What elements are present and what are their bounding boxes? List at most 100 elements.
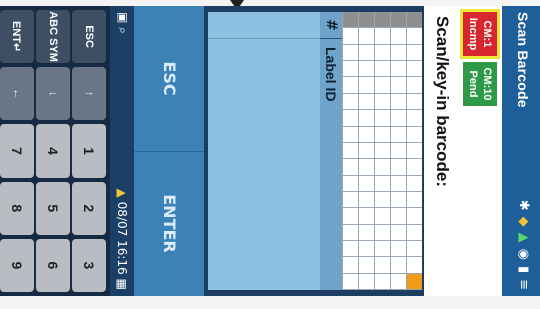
key-esc[interactable]: ESC [72, 10, 106, 64]
key-2[interactable]: 2 [72, 181, 106, 235]
key-5[interactable]: 5 [36, 181, 70, 235]
grid-cell [374, 257, 390, 274]
grid-cell [374, 273, 390, 291]
key-4[interactable]: 4 [36, 124, 70, 178]
grid-cell [342, 12, 358, 29]
grid-cell [374, 126, 390, 143]
grid-cell [406, 44, 422, 62]
grid-cell [342, 224, 358, 242]
grid-cell [358, 257, 374, 274]
grid-cell [374, 12, 390, 29]
grid-cell [358, 273, 374, 291]
keypad-row: ENT↵ ← 7 8 9 [0, 10, 34, 293]
grid-cell [390, 61, 406, 78]
grid-cell [406, 273, 422, 291]
cm-pending-label: Pend [467, 70, 479, 98]
grid-cell [358, 44, 374, 62]
grid-cell [358, 142, 374, 160]
grid-cell [342, 257, 358, 274]
grid-cell [374, 191, 390, 209]
warning-icon: ▲ [115, 188, 129, 198]
key-6[interactable]: 6 [36, 238, 70, 293]
grid-cell [374, 93, 390, 111]
label-table-header: # Label ID [320, 12, 342, 290]
scan-prompt-bar: Scan/key-in barcode: [424, 6, 458, 296]
grid-cell [390, 191, 406, 209]
clock-group: ▲ 08/07 16:16 ▦ [115, 188, 129, 290]
key-9[interactable]: 9 [0, 238, 34, 293]
grid-cell [390, 12, 406, 29]
progress-grid [342, 12, 422, 291]
grid-cell [390, 208, 406, 225]
status-bar: Scan Barcode ✱ ◆ ▲ ◉ ▮ ≡ [502, 6, 540, 296]
key-left[interactable]: ← [0, 67, 34, 121]
grid-cell [390, 159, 406, 176]
battery-icon: ▮ [516, 265, 531, 274]
grid-cell [390, 273, 406, 291]
grid-cell [342, 142, 358, 160]
screen-title: Scan Barcode [515, 12, 531, 108]
grid-cell [342, 93, 358, 111]
grid-cell [374, 44, 390, 62]
cm-pending-badge[interactable]: CM:10 Pend [463, 62, 497, 106]
cm-status-row: CM:1 Incmp CM:10 Pend [458, 6, 502, 296]
grid-cell [358, 126, 374, 143]
key-enter[interactable]: ENT↵ [0, 10, 34, 64]
grid-cell [358, 12, 374, 29]
menu-icon[interactable]: ≡ [516, 279, 531, 290]
grid-cell [374, 224, 390, 242]
grid-cell [358, 110, 374, 127]
grid-cell [406, 110, 422, 127]
grid-row [342, 12, 358, 291]
grid-cell [374, 208, 390, 225]
grid-cell [390, 77, 406, 94]
grid-cell [390, 28, 406, 45]
grid-row [374, 12, 390, 291]
key-8[interactable]: 8 [0, 181, 34, 235]
grid-cell [342, 28, 358, 45]
grid-cell [406, 126, 422, 143]
grid-cell [390, 142, 406, 160]
scan-prompt: Scan/key-in barcode: [433, 16, 452, 188]
enter-button[interactable]: ENTER [134, 151, 204, 296]
key-up[interactable]: ↑ [72, 67, 106, 121]
cm-incomplete-count: CM:1 [481, 20, 493, 48]
keyboard-icon[interactable]: ▦ [115, 279, 129, 290]
contacts-search-icon[interactable]: ▣ ⌕ [115, 12, 130, 34]
grid-cell [342, 159, 358, 176]
clock-time: 08/07 16:16 [115, 201, 129, 275]
grid-cell [374, 28, 390, 45]
grid-cell [342, 110, 358, 127]
column-header-index: # [320, 12, 342, 39]
grid-cell [406, 175, 422, 192]
grid-cell [390, 257, 406, 274]
grid-cell [358, 93, 374, 111]
grid-cell [358, 191, 374, 209]
grid-cell [406, 12, 422, 29]
grid-cell [390, 93, 406, 111]
numeric-keypad: ESC ↑ 1 2 3 ABC SYM ↓ 4 5 6 ENT↵ ← 7 8 9 [0, 6, 110, 296]
grid-cell [358, 61, 374, 78]
grid-cell [342, 191, 358, 209]
grid-cell [358, 241, 374, 258]
status-icons: ✱ ◆ ▲ ◉ ▮ ≡ [516, 200, 531, 290]
grid-cell [358, 159, 374, 176]
cm-incomplete-badge[interactable]: CM:1 Incmp [460, 8, 500, 60]
key-down[interactable]: ↓ [36, 67, 70, 121]
keypad-row: ABC SYM ↓ 4 5 6 [36, 10, 70, 293]
key-abc-sym[interactable]: ABC SYM [36, 10, 70, 64]
grid-cell [390, 241, 406, 258]
esc-button[interactable]: ESC [134, 6, 204, 152]
grid-cell [342, 241, 358, 258]
grid-cell [406, 77, 422, 94]
grid-cell [406, 208, 422, 225]
key-3[interactable]: 3 [72, 238, 106, 293]
key-1[interactable]: 1 [72, 124, 106, 178]
grid-cell [374, 159, 390, 176]
grid-row [406, 12, 422, 291]
grid-cell [406, 224, 422, 242]
grid-cell [374, 175, 390, 192]
bluetooth-icon: ✱ [516, 199, 531, 211]
key-7[interactable]: 7 [0, 124, 34, 178]
label-table-body[interactable] [208, 12, 320, 290]
